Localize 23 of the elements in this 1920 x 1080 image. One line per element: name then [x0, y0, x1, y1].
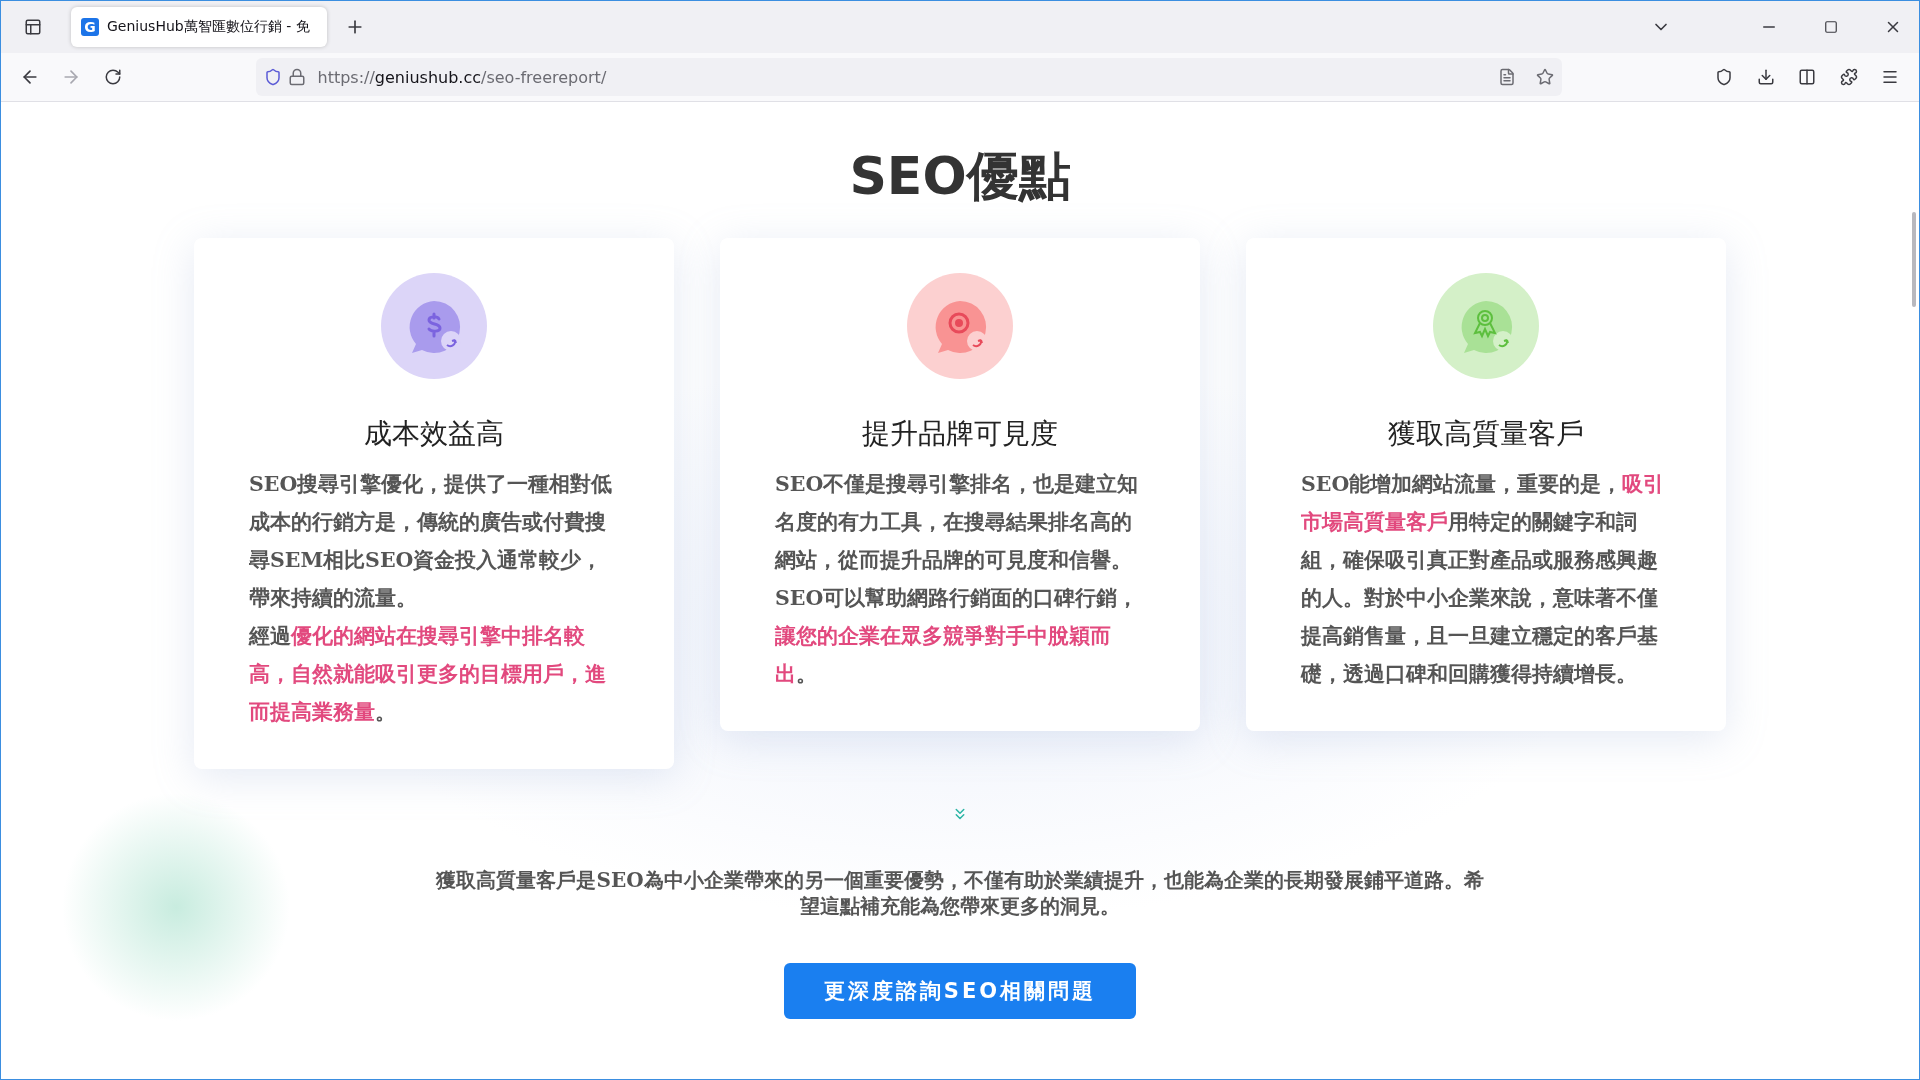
card-text: 經過優化的網站在搜尋引擎中排名較高，自然就能吸引更多的目標用戶，進而提高業務量。 — [249, 623, 607, 726]
tab-title: GeniusHub萬智匯數位行銷 - 免 — [107, 18, 310, 36]
target-chat-icon — [907, 273, 1013, 379]
award-chat-icon — [1433, 273, 1539, 379]
section-heading: SEO優點 — [849, 145, 1071, 208]
shield-icon — [263, 68, 282, 86]
card-text: SEO能增加網站流量，重要的是，吸引市場高質量客戶用特定的關鍵字和詞組，確保吸引真正對產品或服務感興趣的人。對於中小企業來說，意味著不僅提高銷售量，且一旦建立穩定的客戶基礎，透過口碑和回購獲得持續增長。 — [1301, 471, 1666, 688]
url-text: https://geniushub.cc/seo-freereport/ — [317, 67, 608, 87]
bookmark-star-icon[interactable] — [1535, 68, 1554, 86]
consult-button[interactable]: 更深度諮詢SEO相關問題 — [784, 963, 1136, 1019]
favicon: G — [81, 18, 99, 36]
browser-tab[interactable]: G GeniusHub萬智匯數位行銷 - 免 — [71, 7, 327, 47]
card-title: 成本效益高 — [364, 416, 504, 452]
lock-icon — [287, 68, 306, 86]
card-title: 獲取高質量客戶 — [1388, 416, 1584, 452]
card-title: 提升品牌可見度 — [862, 416, 1058, 452]
card-text: SEO不僅是搜尋引擎排名，也是建立知名度的有力工具，在搜尋結果排名高的網站，從而提升品牌的可見度和信譽。SEO可以幫助網路行銷面的口碑行銷， 讓您的企業在眾多競爭對手中脫穎而出。 — [775, 471, 1140, 688]
reader-view-icon[interactable] — [1497, 68, 1516, 86]
summary-text: 獲取高質量客戶是SEO為中小企業帶來的另一個重要優勢，不僅有助於業績提升，也能為企業的長期發展鋪平道路。希望這點補充能為您帶來更多的洞見。 — [434, 867, 1485, 919]
dollar-chat-icon — [381, 273, 487, 379]
card-text: SEO搜尋引擎優化，提供了一種相對低成本的行銷方是，傳統的廣告或付費搜尋SEM相比SEO資金投入通常較少，帶來持續的流量。 — [249, 471, 614, 612]
address-bar[interactable]: https://geniushub.cc/seo-freereport/ — [255, 58, 1562, 96]
scrollbar-thumb[interactable] — [1912, 212, 1916, 307]
